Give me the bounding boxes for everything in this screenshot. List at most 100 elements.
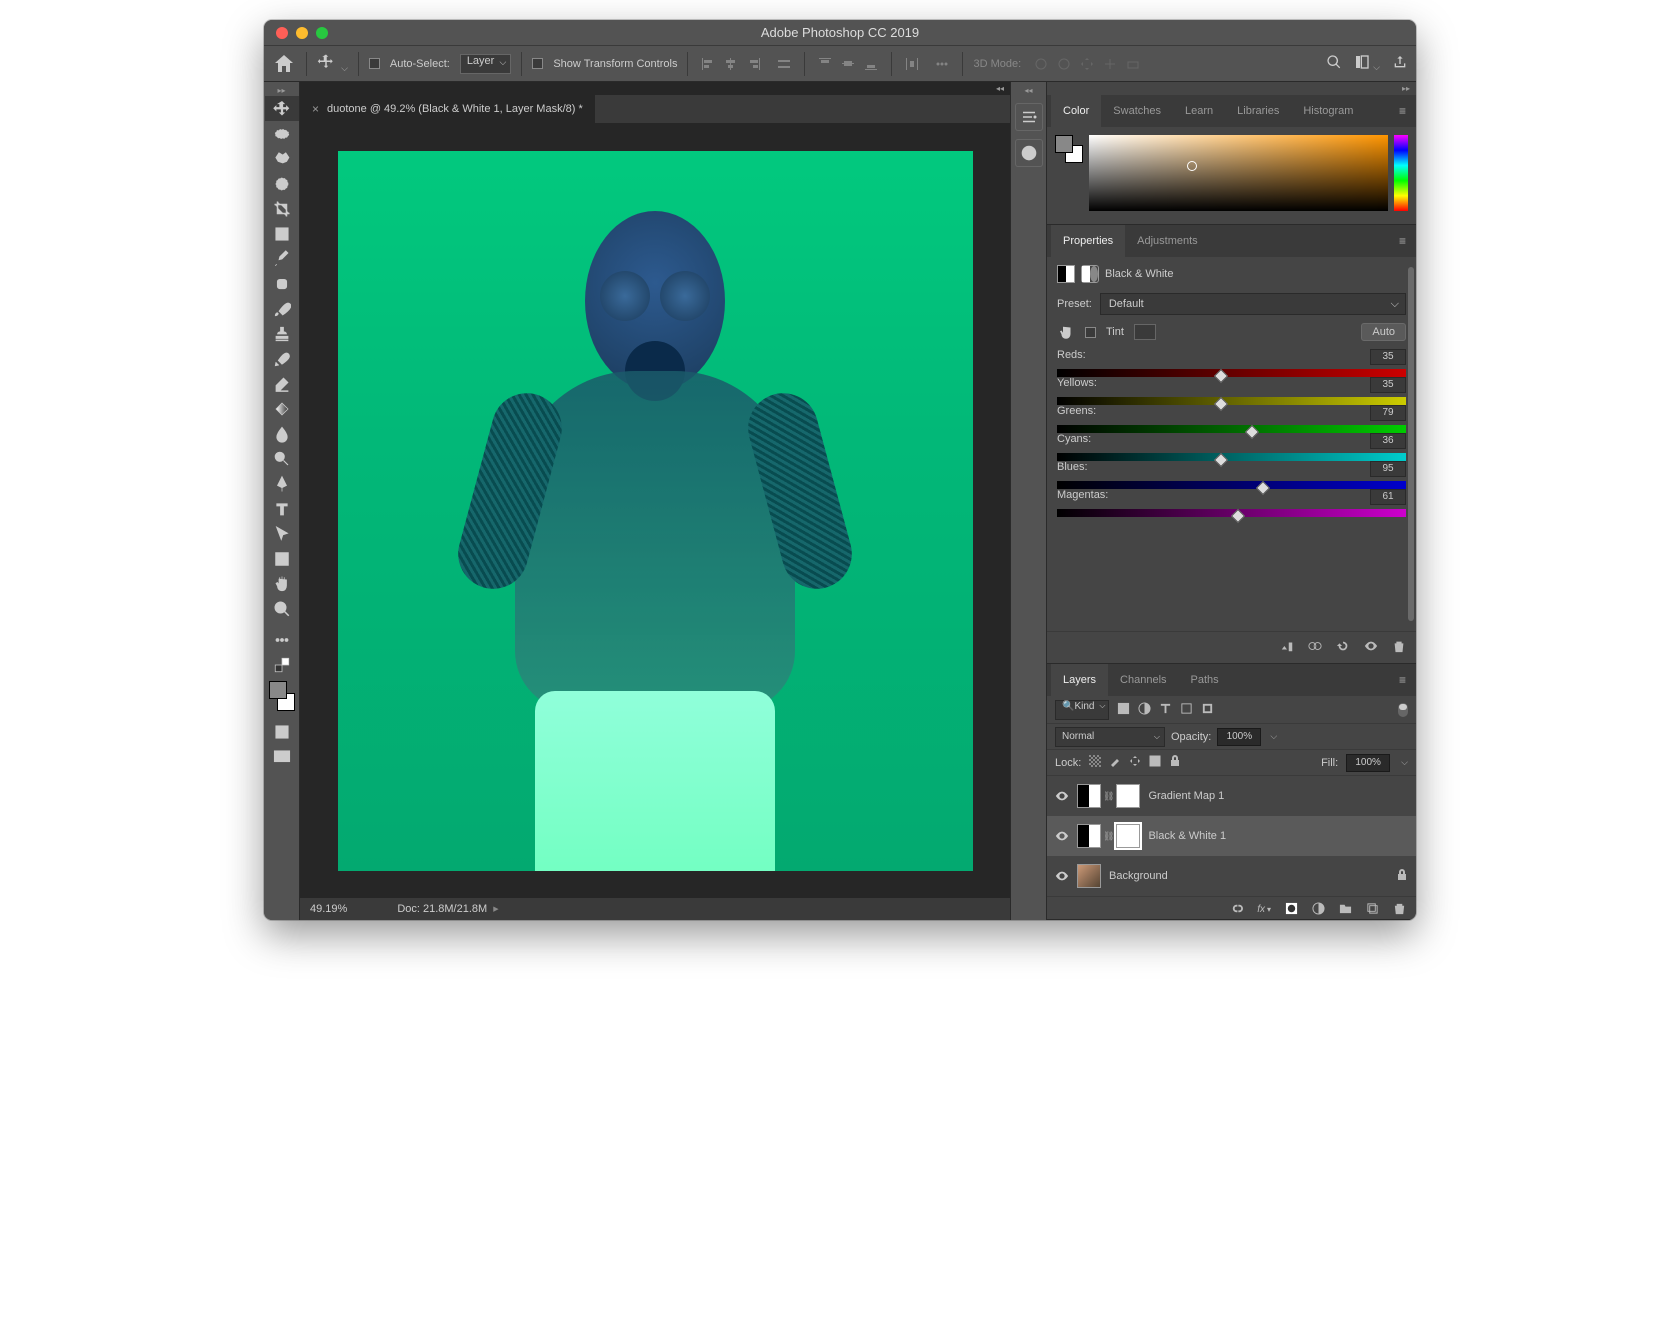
show-transform-checkbox[interactable] (532, 58, 543, 69)
new-layer-icon[interactable] (1366, 902, 1379, 918)
overflow-icon[interactable] (932, 54, 952, 74)
slider-thumb[interactable] (1231, 509, 1245, 523)
filter-adjust-icon[interactable] (1138, 702, 1151, 718)
link-icon[interactable]: ⛓ (1103, 791, 1114, 802)
layer-filter-kind-dropdown[interactable]: 🔍Kind (1055, 700, 1109, 720)
slider-value-input[interactable]: 79 (1370, 405, 1406, 421)
screenmode-icon[interactable] (265, 744, 299, 769)
mask-thumb[interactable] (1116, 784, 1140, 808)
shape-tool-icon[interactable] (265, 546, 299, 571)
layer-row[interactable]: ⛓ Black & White 1 (1047, 816, 1416, 856)
eraser-tool-icon[interactable] (265, 371, 299, 396)
add-adjustment-icon[interactable] (1312, 902, 1325, 918)
document-tab[interactable]: × duotone @ 49.2% (Black & White 1, Laye… (300, 95, 595, 123)
blend-mode-dropdown[interactable]: Normal (1055, 727, 1165, 747)
minimize-window-button[interactable] (296, 27, 308, 39)
move-tool-icon[interactable] (265, 96, 299, 121)
scrollbar[interactable] (1408, 267, 1414, 621)
align-right-icon[interactable] (744, 54, 764, 74)
slider-value-input[interactable]: 35 (1370, 377, 1406, 393)
quick-select-tool-icon[interactable] (265, 171, 299, 196)
hue-slider[interactable] (1394, 135, 1408, 211)
color-swap-icon[interactable] (265, 652, 299, 677)
layer-row[interactable]: ⛓Gradient Map 1 (1047, 776, 1416, 816)
delete-layer-icon[interactable] (1393, 902, 1406, 918)
slider-value-input[interactable]: 36 (1370, 433, 1406, 449)
tint-swatch[interactable] (1134, 324, 1156, 340)
view-previous-icon[interactable] (1308, 639, 1322, 656)
canvas[interactable] (300, 123, 1010, 898)
add-mask-icon[interactable] (1285, 902, 1298, 918)
visibility-icon[interactable] (1055, 789, 1069, 803)
layer-name[interactable]: Black & White 1 (1148, 830, 1226, 842)
lock-position-icon[interactable] (1129, 755, 1141, 770)
color-picker-field[interactable] (1089, 135, 1388, 211)
fg-bg-swatch[interactable] (267, 681, 297, 711)
quickmask-icon[interactable] (265, 719, 299, 744)
filter-pixel-icon[interactable] (1117, 702, 1130, 718)
adjustments-tab[interactable]: Adjustments (1125, 225, 1210, 257)
doc-collapse-icon[interactable]: ◂◂ (300, 82, 1010, 95)
brush-tool-icon[interactable] (265, 296, 299, 321)
title-bar[interactable]: Adobe Photoshop CC 2019 (264, 20, 1416, 46)
delete-icon[interactable] (1392, 639, 1406, 656)
layer-row[interactable]: Background (1047, 856, 1416, 896)
dock-collapse-icon[interactable]: ◂◂ (1024, 86, 1032, 95)
color-tab[interactable]: Color (1051, 95, 1101, 127)
slider-value-input[interactable]: 95 (1370, 461, 1406, 477)
panel-menu-icon[interactable]: ≡ (1399, 234, 1406, 248)
visibility-icon[interactable] (1364, 639, 1378, 656)
home-button[interactable] (272, 52, 296, 76)
history-panel-icon[interactable] (1015, 103, 1043, 131)
lock-icon[interactable] (1396, 869, 1408, 884)
filter-toggle[interactable] (1398, 703, 1408, 717)
fill-input[interactable]: 100% (1346, 754, 1390, 772)
toolbar-collapse-icon[interactable]: ▸▸ (264, 86, 299, 96)
more-align-icon[interactable] (774, 54, 794, 74)
gradient-tool-icon[interactable] (265, 396, 299, 421)
dodge-tool-icon[interactable] (265, 446, 299, 471)
learn-tab[interactable]: Learn (1173, 95, 1225, 127)
layer-name[interactable]: Background (1109, 870, 1168, 882)
dist-top-icon[interactable] (815, 54, 835, 74)
lasso-tool-icon[interactable] (265, 146, 299, 171)
mask-thumb[interactable] (1116, 824, 1140, 848)
reset-icon[interactable] (1336, 639, 1350, 656)
dist-bottom-icon[interactable] (861, 54, 881, 74)
edit-toolbar-icon[interactable] (265, 627, 299, 652)
pen-tool-icon[interactable] (265, 471, 299, 496)
slider-track[interactable] (1057, 369, 1406, 377)
navigator-panel-icon[interactable] (1015, 139, 1043, 167)
search-icon[interactable] (1326, 54, 1342, 73)
filter-shape-icon[interactable] (1180, 702, 1193, 718)
paths-tab[interactable]: Paths (1179, 664, 1231, 696)
eyedropper-tool-icon[interactable] (265, 246, 299, 271)
healing-tool-icon[interactable] (265, 271, 299, 296)
chevron-down-icon[interactable]: ⌵ (1401, 757, 1408, 768)
align-center-h-icon[interactable] (721, 54, 741, 74)
slider-track[interactable] (1057, 425, 1406, 433)
slider-track[interactable] (1057, 481, 1406, 489)
panel-menu-icon[interactable]: ≡ (1399, 104, 1406, 118)
targeted-adjust-icon[interactable] (1057, 323, 1075, 341)
panels-collapse-icon[interactable]: ▸▸ (1047, 82, 1416, 95)
link-icon[interactable]: ⛓ (1103, 831, 1114, 842)
slider-value-input[interactable]: 61 (1370, 489, 1406, 505)
marquee-tool-icon[interactable] (265, 121, 299, 146)
fullscreen-window-button[interactable] (316, 27, 328, 39)
tint-checkbox[interactable] (1085, 327, 1096, 338)
swatches-tab[interactable]: Swatches (1101, 95, 1173, 127)
stamp-tool-icon[interactable] (265, 321, 299, 346)
lock-all-icon[interactable] (1169, 755, 1181, 770)
opacity-input[interactable]: 100% (1217, 728, 1261, 746)
lock-artboard-icon[interactable] (1149, 755, 1161, 770)
adj-thumb-icon[interactable] (1077, 784, 1101, 808)
slider-track[interactable] (1057, 453, 1406, 461)
link-layers-icon[interactable] (1230, 902, 1243, 918)
filter-smart-icon[interactable] (1201, 702, 1214, 718)
chevron-down-icon[interactable]: ⌵ (1270, 731, 1277, 742)
zoom-level[interactable]: 49.19% (310, 903, 347, 915)
doc-size[interactable]: Doc: 21.8M/21.8M (397, 903, 487, 915)
align-left-icon[interactable] (698, 54, 718, 74)
filter-type-icon[interactable] (1159, 702, 1172, 718)
